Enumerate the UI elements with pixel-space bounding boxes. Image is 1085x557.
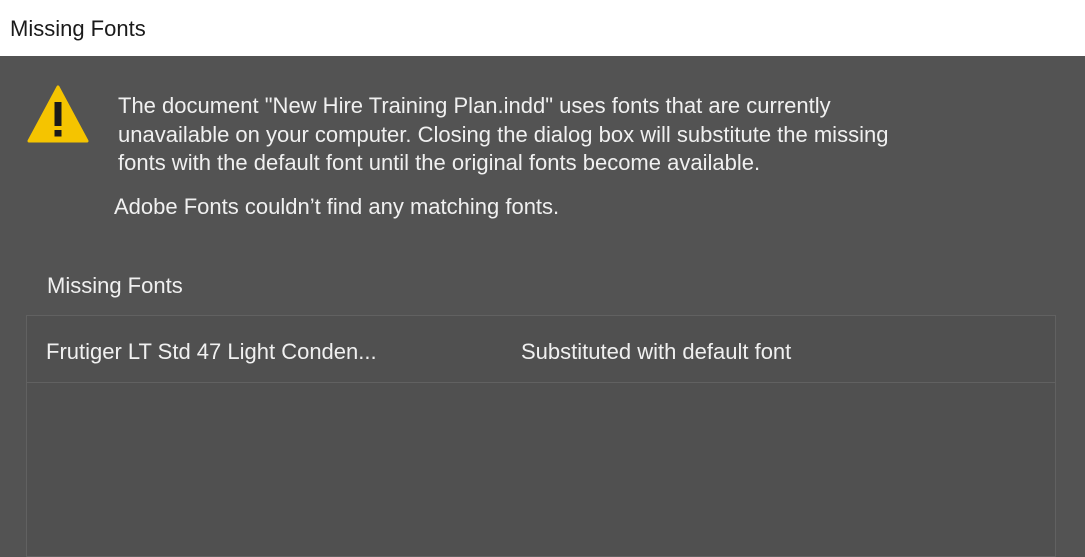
message-line-2: unavailable on your computer. Closing th… — [118, 121, 889, 147]
missing-fonts-list[interactable]: Frutiger LT Std 47 Light Conden... Subst… — [26, 315, 1056, 557]
title-bar: Missing Fonts — [0, 0, 1085, 56]
missing-fonts-label: Missing Fonts — [47, 273, 183, 298]
font-list-row[interactable]: Frutiger LT Std 47 Light Conden... Subst… — [27, 316, 1055, 383]
missing-fonts-message: The document "New Hire Training Plan.ind… — [118, 92, 1018, 178]
font-name: Frutiger LT Std 47 Light Conden... — [46, 339, 377, 364]
adobe-fonts-message: Adobe Fonts couldn’t find any matching f… — [114, 194, 560, 219]
font-status: Substituted with default font — [521, 339, 792, 364]
missing-fonts-dialog: The document "New Hire Training Plan.ind… — [0, 56, 1085, 557]
window-title: Missing Fonts — [10, 16, 146, 41]
warning-icon — [27, 85, 89, 143]
message-line-3: fonts with the default font until the or… — [118, 150, 761, 175]
message-line-1: The document "New Hire Training Plan.ind… — [118, 93, 831, 118]
